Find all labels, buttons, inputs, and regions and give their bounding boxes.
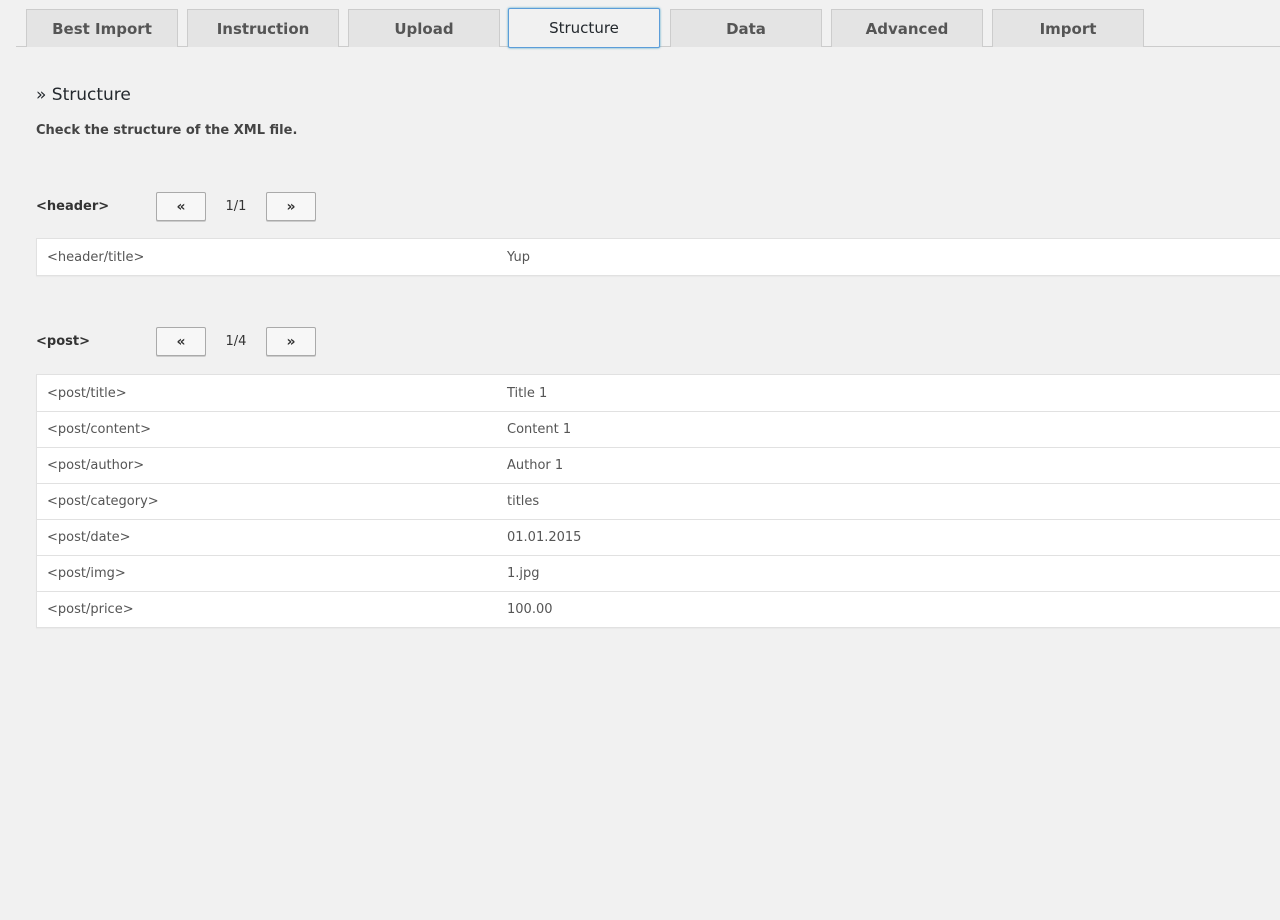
row-key: <post/title> bbox=[47, 385, 127, 401]
row-value: Yup bbox=[507, 249, 530, 265]
section-title: » Structure bbox=[36, 85, 131, 105]
row-key: <post/category> bbox=[47, 494, 159, 509]
row-key: <post/author> bbox=[47, 458, 145, 473]
row-key: <post/price> bbox=[47, 602, 134, 617]
header-prev-button[interactable]: « bbox=[156, 192, 206, 221]
post-next-button[interactable]: » bbox=[266, 327, 316, 356]
row-value: Title 1 bbox=[507, 385, 548, 401]
tab-best-import[interactable]: Best Import bbox=[26, 9, 178, 47]
header-next-button[interactable]: » bbox=[266, 192, 316, 221]
tab-structure[interactable]: Structure bbox=[508, 8, 660, 48]
row-value: Content 1 bbox=[507, 422, 572, 437]
tab-upload[interactable]: Upload bbox=[348, 9, 500, 47]
header-structure-table: <header/title> Yup bbox=[36, 238, 1280, 276]
tab-advanced[interactable]: Advanced bbox=[831, 9, 983, 47]
post-node-label: <post> bbox=[36, 334, 90, 349]
row-value: 01.01.2015 bbox=[507, 530, 582, 545]
table-row: <header/title> Yup bbox=[37, 239, 1280, 275]
table-row: <post/date> 01.01.2015 bbox=[37, 519, 1280, 555]
post-prev-button[interactable]: « bbox=[156, 327, 206, 356]
row-value: titles bbox=[507, 494, 540, 509]
row-value: 1.jpg bbox=[507, 566, 540, 581]
table-row: <post/author> Author 1 bbox=[37, 447, 1280, 483]
row-value: 100.00 bbox=[507, 602, 553, 617]
tab-import[interactable]: Import bbox=[992, 9, 1144, 47]
row-key: <post/img> bbox=[47, 566, 126, 581]
row-key: <post/date> bbox=[47, 530, 131, 545]
row-key: <header/title> bbox=[47, 249, 145, 265]
table-row: <post/content> Content 1 bbox=[37, 411, 1280, 447]
table-row: <post/title> Title 1 bbox=[37, 375, 1280, 411]
post-structure-table: <post/title> Title 1 <post/content> Cont… bbox=[36, 374, 1280, 628]
row-key: <post/content> bbox=[47, 422, 152, 437]
row-value: Author 1 bbox=[507, 458, 564, 473]
tab-bar: Best Import Instruction Upload Structure… bbox=[16, 0, 1280, 48]
tab-instruction[interactable]: Instruction bbox=[187, 9, 339, 47]
post-page-count: 1/4 bbox=[225, 334, 247, 349]
table-row: <post/price> 100.00 bbox=[37, 591, 1280, 627]
section-description: Check the structure of the XML file. bbox=[36, 123, 298, 138]
table-row: <post/img> 1.jpg bbox=[37, 555, 1280, 591]
tab-data[interactable]: Data bbox=[670, 9, 822, 47]
header-node-label: <header> bbox=[36, 199, 110, 214]
header-page-count: 1/1 bbox=[225, 199, 247, 214]
table-row: <post/category> titles bbox=[37, 483, 1280, 519]
